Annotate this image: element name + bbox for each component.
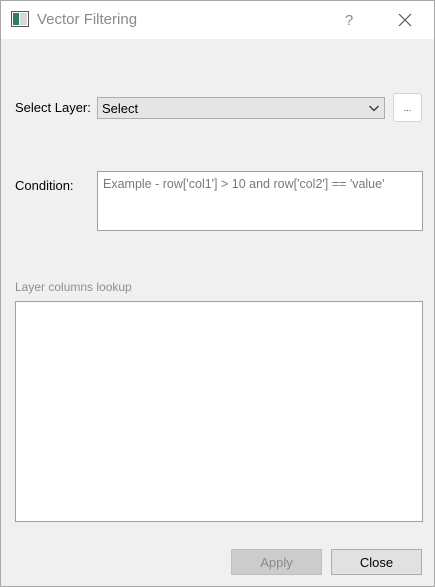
- help-button[interactable]: ?: [331, 1, 367, 39]
- chevron-down-icon: [369, 105, 379, 112]
- close-button[interactable]: Close: [331, 549, 422, 575]
- title-bar: Vector Filtering ?: [1, 1, 434, 39]
- apply-button[interactable]: Apply: [231, 549, 322, 575]
- close-icon: [398, 13, 412, 27]
- app-window-icon: [11, 11, 29, 27]
- browse-layer-button[interactable]: ...: [393, 93, 422, 122]
- layer-columns-lookup-label: Layer columns lookup: [15, 280, 132, 294]
- layer-select-value: Select: [102, 101, 139, 116]
- window-close-button[interactable]: [387, 1, 423, 39]
- layer-columns-lookup-list[interactable]: [15, 301, 423, 522]
- select-layer-label: Select Layer:: [15, 100, 91, 115]
- condition-label: Condition:: [15, 178, 74, 193]
- vector-filtering-dialog: Vector Filtering ? Select Layer: Select …: [0, 0, 435, 587]
- window-title: Vector Filtering: [37, 11, 138, 28]
- condition-input[interactable]: [97, 171, 423, 231]
- layer-select-combobox[interactable]: Select: [97, 97, 385, 119]
